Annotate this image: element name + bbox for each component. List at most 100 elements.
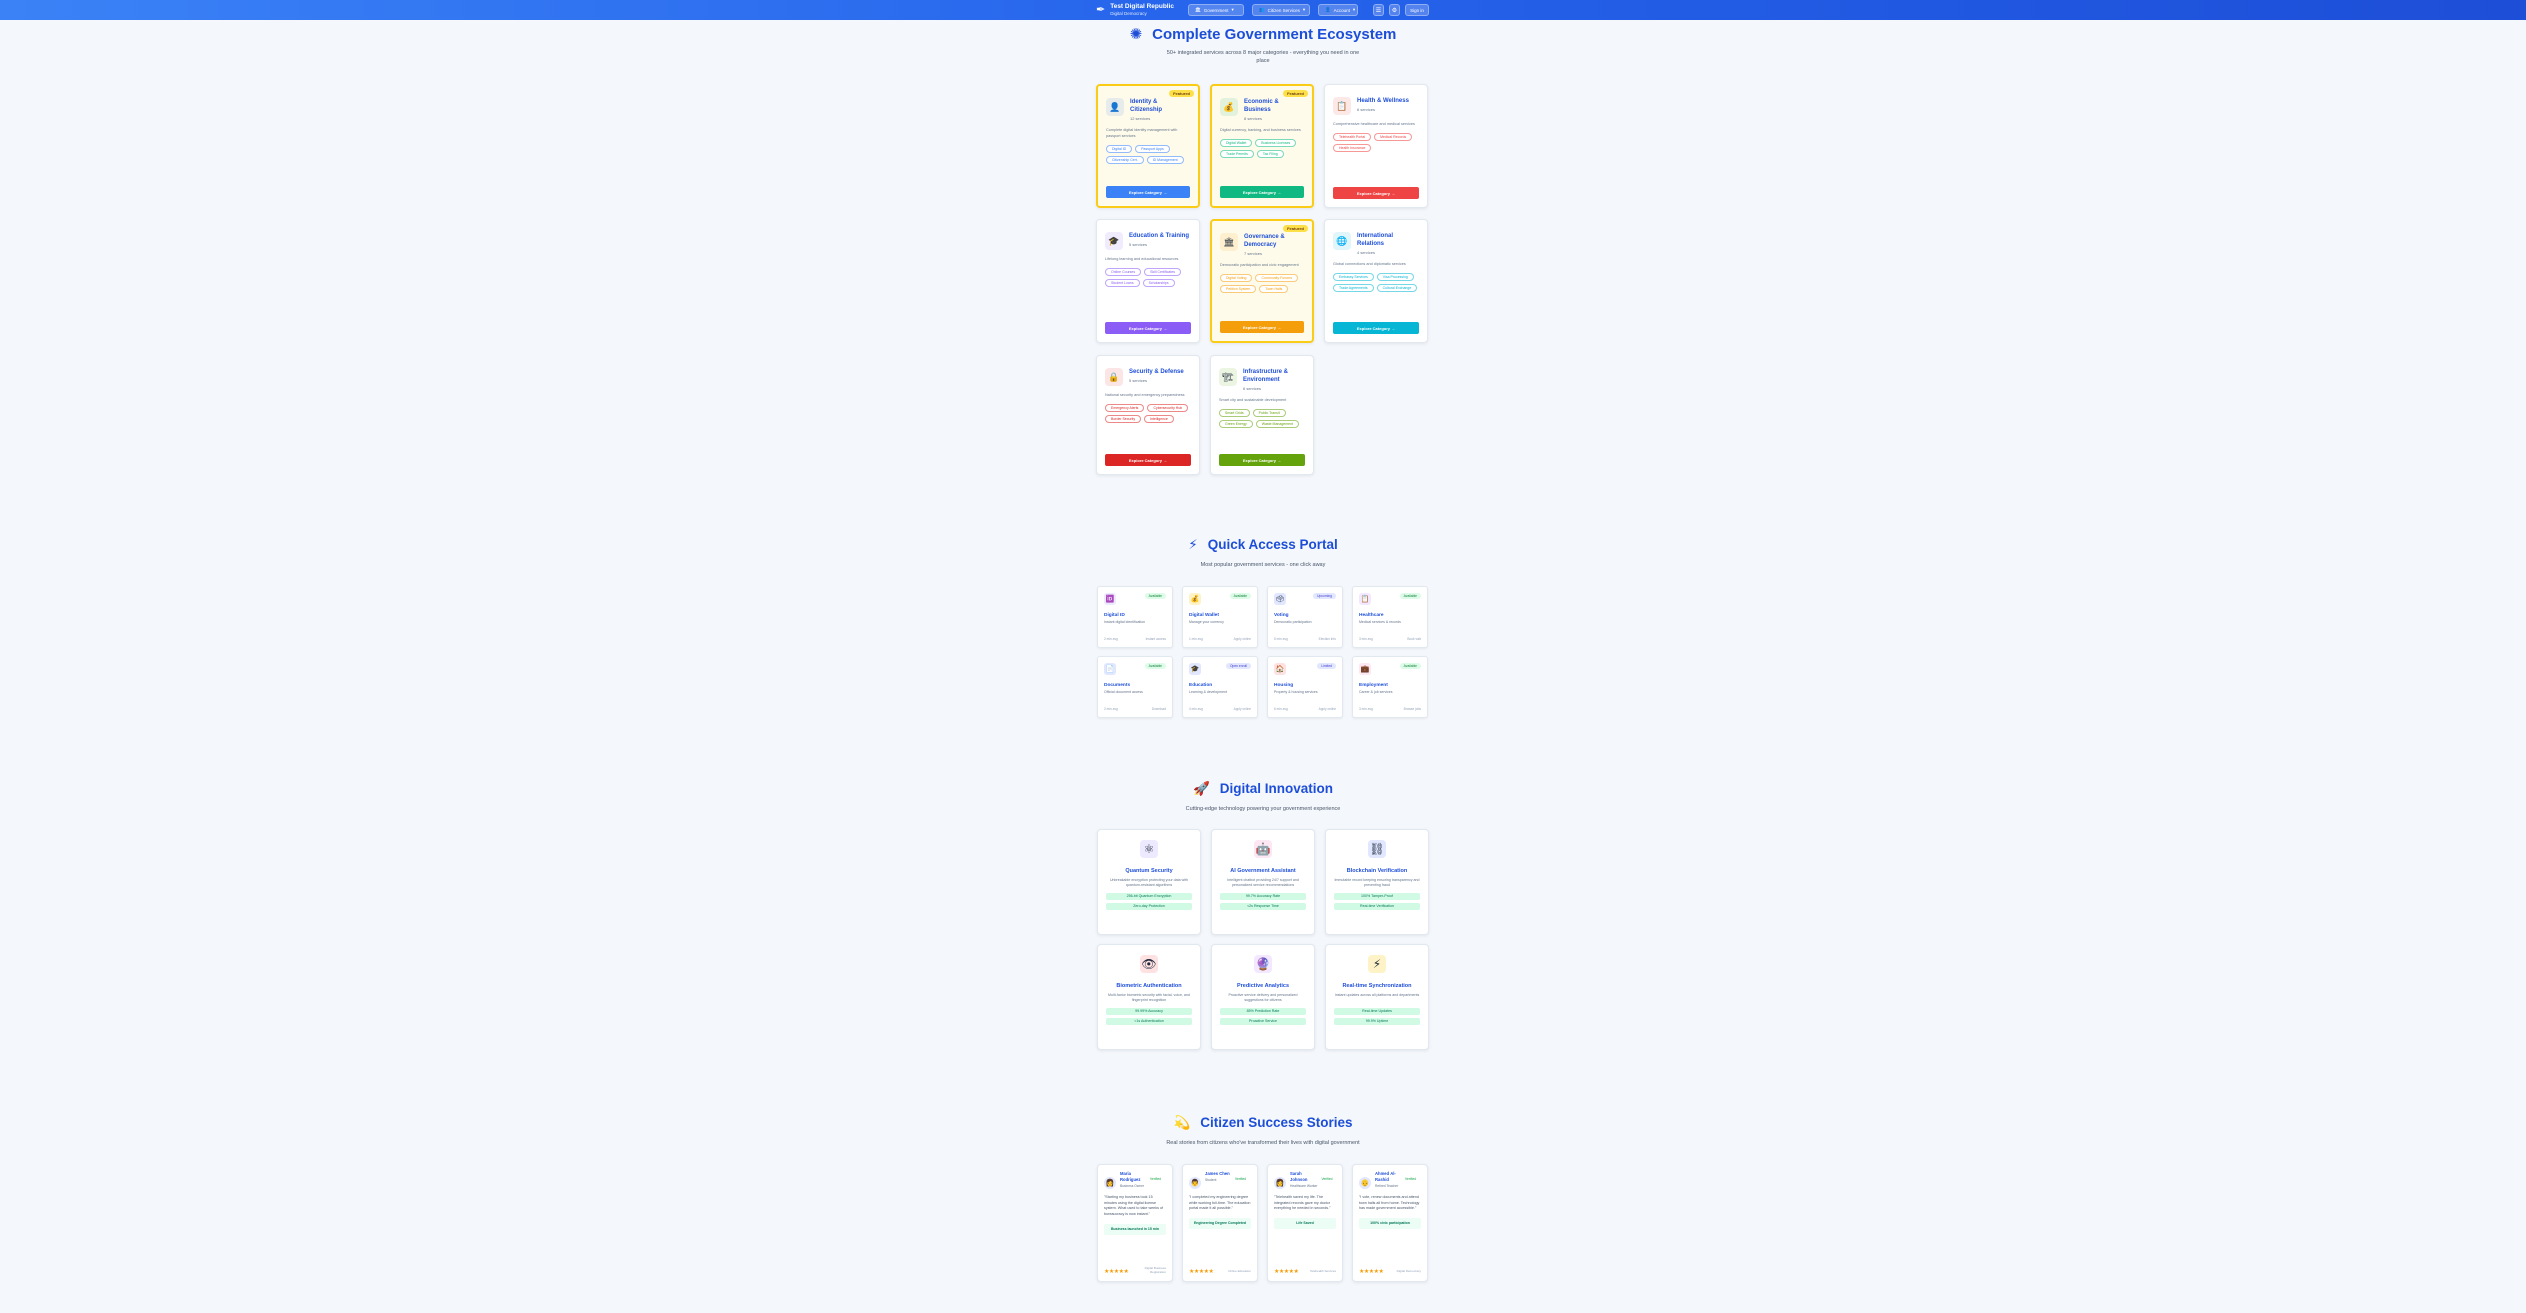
quick-access-card[interactable]: 💰 Available Digital Wallet Manage your curr… [1182,586,1258,648]
service-description: Medical services & records [1359,620,1401,624]
story-card: 👩 Sarah Johnson Healthcare Worker Verified "… [1267,1164,1343,1282]
explore-category-button[interactable]: Explore Category → [1105,454,1191,466]
service-tag[interactable]: Business Licenses [1255,138,1297,147]
quick-access-card[interactable]: 📋 Available Healthcare Medical services & r… [1352,586,1428,648]
signin-button[interactable]: Sign in [1405,4,1429,16]
quick-access-card[interactable]: 📄 Available Documents Official document acc… [1097,656,1173,718]
service-tag[interactable]: Passport Apps [1135,144,1170,153]
category-card: Featured 👤 Identity & Citizenship 12 servic… [1096,84,1200,208]
service-tag[interactable]: Intelligence [1144,414,1174,423]
house-icon: 🏠 [1274,663,1286,675]
header-actions: ☰ ⚙ Sign in [1373,4,1429,16]
quick-access-card[interactable]: 🎓 Open enroll Education Learning & developm… [1182,656,1258,718]
service-time: 2 min avg [1104,637,1118,641]
quick-access-card[interactable]: 🗳 Upcoming Voting Democratic participation 5… [1267,586,1343,648]
category-heading: Health & Wellness 6 services [1357,97,1409,112]
service-tag[interactable]: Trade Permits [1220,149,1254,158]
story-footer: ★★★★★ Digital Business Registration [1104,1266,1166,1275]
service-tag[interactable]: Digital ID [1106,144,1133,153]
service-tag[interactable]: Embassy Services [1333,272,1374,281]
innovation-card: ⛓ Blockchain Verification Immutable record… [1325,829,1429,935]
service-tag[interactable]: Telehealth Portal [1333,132,1372,141]
service-tag[interactable]: Cultural Exchange [1376,283,1418,292]
service-tag[interactable]: Online Courses [1105,267,1142,276]
status-badge: Available [1229,593,1251,599]
explore-category-button[interactable]: Explore Category → [1105,322,1191,334]
nav-citizen-services[interactable]: 👥 Citizen Services ▾ [1252,4,1310,16]
nav-account[interactable]: 👤 Account ▾ [1318,4,1358,16]
explore-category-button[interactable]: Explore Category → [1219,454,1305,466]
innovation-card: ⚡ Real-time Synchronization Instant update… [1325,944,1429,1050]
service-action-link[interactable]: Download [1152,707,1166,711]
service-tag[interactable]: Petition System [1220,284,1257,293]
explore-category-button[interactable]: Explore Category → [1106,186,1190,198]
service-tag[interactable]: Skill Certificates [1144,267,1182,276]
menu-button[interactable]: ☰ [1373,4,1384,16]
service-tag[interactable]: Public Transit [1252,408,1286,417]
service-action-link[interactable]: Apply online [1319,707,1336,711]
service-tag[interactable]: Green Energy [1219,419,1253,428]
service-action-link[interactable]: Book visit [1407,637,1421,641]
service-tag[interactable]: Citizenship Cert. [1106,155,1144,164]
service-tag[interactable]: Border Security [1105,414,1142,423]
service-action-link[interactable]: Election info [1319,637,1336,641]
service-tag[interactable]: Digital Voting [1220,273,1253,282]
service-tag[interactable]: Visa Processing [1376,272,1414,281]
explore-category-button[interactable]: Explore Category → [1220,186,1304,198]
verified-badge: Verified [1405,1177,1416,1181]
service-tag[interactable]: Medical Records [1374,132,1413,141]
explore-category-button[interactable]: Explore Category → [1333,322,1419,334]
featured-badge: Featured [1283,225,1308,232]
service-time: 2 min avg [1104,707,1118,711]
category-heading: International Relations 4 services [1357,232,1419,255]
settings-button[interactable]: ⚙ [1389,4,1400,16]
category-description: Global connections and diplomatic servic… [1333,262,1406,267]
nav-government[interactable]: 🏛 Government ▾ [1188,4,1244,16]
category-card: 🌐 International Relations 4 services Global… [1324,219,1428,343]
service-tag[interactable]: Scholarships [1142,278,1175,287]
explore-category-button[interactable]: Explore Category → [1220,321,1304,333]
service-tag[interactable]: Digital Wallet [1220,138,1253,147]
service-description: Career & job services [1359,690,1393,694]
explore-category-button[interactable]: Explore Category → [1333,187,1419,199]
service-tag[interactable]: ID Management [1146,155,1184,164]
service-tag[interactable]: Town Halls [1259,284,1289,293]
quick-access-card[interactable]: 💼 Available Employment Career & job service… [1352,656,1428,718]
service-description: Manage your currency [1189,620,1224,624]
service-footer: 2 min avg Download [1104,707,1166,711]
service-action-link[interactable]: Instant access [1146,637,1166,641]
category-count: 8 services [1244,116,1263,122]
quick-access-card[interactable]: 🆔 Available Digital ID Instant digital iden… [1097,586,1173,648]
innovation-card: 👁 Biometric Authentication Multi-factor bi… [1097,944,1201,1050]
service-action-link[interactable]: Apply online [1234,707,1251,711]
service-tag[interactable]: Community Forums [1255,273,1298,282]
category-card: 🔒 Security & Defense 5 services National se… [1096,355,1200,475]
star-rating-icon: ★★★★★ [1274,1269,1299,1275]
category-title: Education & Training [1129,233,1190,239]
service-tag[interactable]: Trade Agreements [1333,283,1374,292]
service-tag[interactable]: Cybersecurity Hub [1147,403,1189,412]
category-tags: Digital Wallet Business Licenses Trade Per… [1220,138,1304,158]
robot-icon: 🤖 [1254,840,1272,858]
quick-access-top: 🎓 Open enroll [1189,663,1251,675]
innovation-subtitle: Cutting-edge technology powering your go… [1185,806,1341,812]
brand[interactable]: ✒ Test Digital Republic Digital Democrac… [1096,1,1174,19]
service-tag[interactable]: Health Insurance [1333,143,1372,152]
innovation-title: Predictive Analytics [1236,983,1290,989]
service-action-link[interactable]: Browse jobs [1404,707,1421,711]
status-badge: Limited [1317,663,1336,669]
service-footer: 3 min avg Book visit [1359,637,1421,641]
service-tag[interactable]: Emergency Alerts [1105,403,1145,412]
service-tag[interactable]: Waste Management [1255,419,1299,428]
category-heading: Infrastructure & Environment 6 services [1243,368,1305,391]
quick-access-top: 📋 Available [1359,593,1421,605]
service-tag[interactable]: Student Loans [1105,278,1140,287]
service-tag[interactable]: Tax Filing [1256,149,1284,158]
service-footer: 5 min avg Election info [1274,637,1336,641]
service-tag[interactable]: Smart Grids [1219,408,1250,417]
featured-badge: Featured [1283,90,1308,97]
service-action-link[interactable]: Apply online [1234,637,1251,641]
quick-access-card[interactable]: 🏠 Limited Housing Property & housing servic… [1267,656,1343,718]
sparkle-icon: ✺ [1129,26,1143,43]
service-time: 5 min avg [1274,637,1288,641]
